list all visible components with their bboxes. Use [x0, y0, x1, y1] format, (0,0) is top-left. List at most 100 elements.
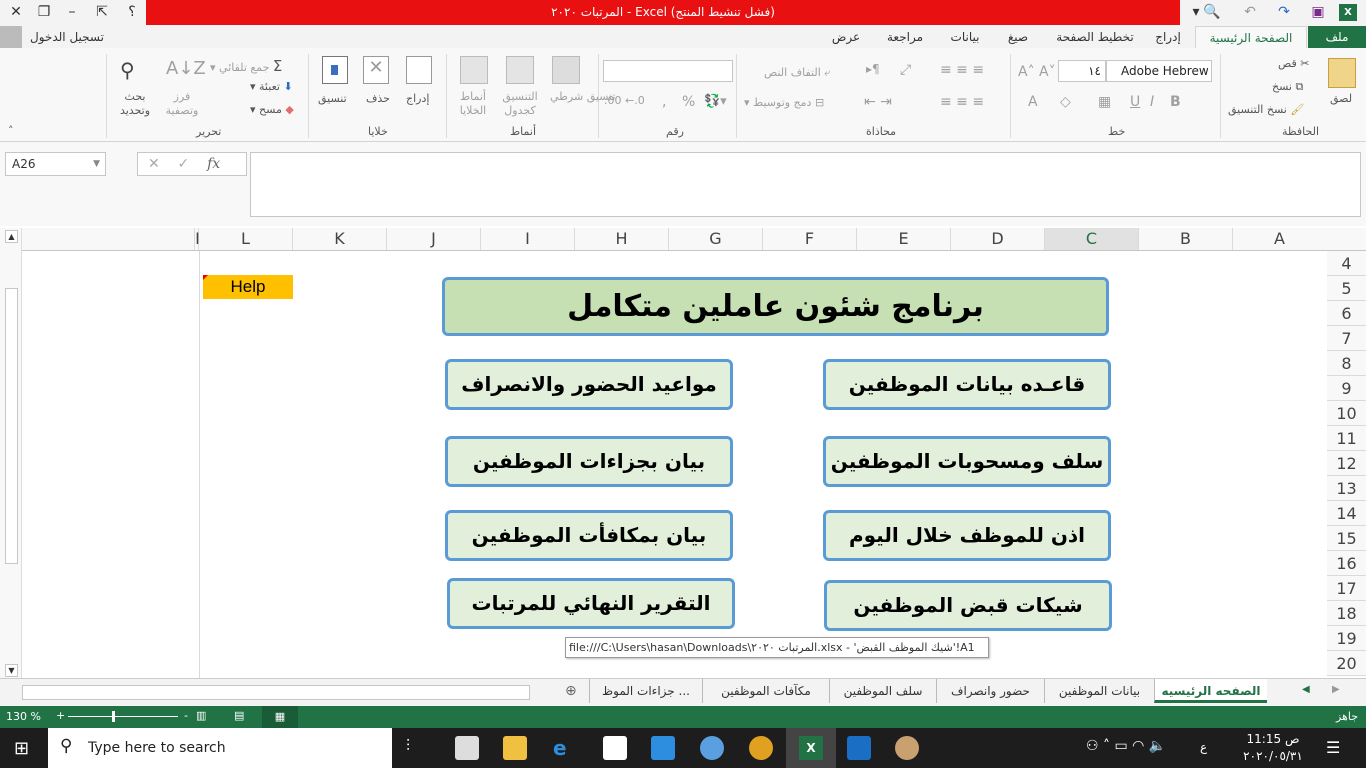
chrome-icon[interactable]: [749, 736, 773, 760]
zoom-out-icon[interactable]: +: [56, 709, 65, 722]
horizontal-scrollbar[interactable]: [22, 685, 530, 700]
redo-icon[interactable]: ↷: [1270, 0, 1298, 25]
sheet-tab-penalties[interactable]: جزاءات الموظ ...: [589, 679, 702, 703]
sheet-tab-home[interactable]: الصفحه الرئيسيه: [1154, 679, 1267, 703]
insert-cells-button[interactable]: إدراج: [406, 92, 429, 105]
format-painter-button[interactable]: نسخ التنسيق 🖌: [1228, 103, 1304, 116]
attendance-times-button[interactable]: مواعيد الحضور والانصراف: [445, 359, 733, 410]
windows-start-icon[interactable]: ⊞: [14, 738, 29, 759]
browser-icon[interactable]: [700, 736, 724, 760]
avatar[interactable]: [0, 26, 22, 48]
edge-icon[interactable]: e: [553, 736, 577, 760]
help-button[interactable]: ؟: [118, 0, 146, 25]
underline-button[interactable]: U: [1130, 94, 1140, 110]
final-report-button[interactable]: التقرير النهائي للمرتبات: [447, 578, 735, 629]
language-indicator[interactable]: ع: [1200, 740, 1207, 754]
column-header[interactable]: E: [856, 228, 950, 250]
zoom-slider[interactable]: [68, 716, 178, 717]
row-header[interactable]: 19: [1327, 626, 1366, 651]
column-header[interactable]: D: [950, 228, 1044, 250]
conditional-format-button[interactable]: تنسيق شرطي: [550, 90, 615, 104]
clear-button[interactable]: ▾ مسح ◆: [250, 103, 294, 116]
paste-icon[interactable]: [1328, 58, 1356, 88]
comma-style-button[interactable]: ,: [662, 94, 666, 110]
tab-scroll-left-icon[interactable]: ◀: [1302, 684, 1310, 695]
borders-icon[interactable]: ▦: [1098, 94, 1111, 110]
pay-cheques-button[interactable]: شيكات قبض الموظفين: [824, 580, 1112, 631]
font-color-icon[interactable]: A: [1028, 94, 1038, 110]
taskbar-search-input[interactable]: Type here to search: [48, 728, 392, 768]
tab-view[interactable]: عرض: [826, 26, 866, 48]
indent-icons[interactable]: ⇤ ⇥: [864, 94, 892, 110]
tab-formulas[interactable]: صيغ: [998, 26, 1038, 48]
save-icon[interactable]: ▣: [1304, 0, 1332, 25]
wrap-text-button[interactable]: التفاف النص ⤶: [764, 66, 830, 80]
notifications-icon[interactable]: ☰: [1326, 738, 1340, 757]
advances-button[interactable]: سلف ومسحوبات الموظفين: [823, 436, 1111, 487]
row-header[interactable]: 9: [1327, 376, 1366, 401]
tab-scroll-right-icon[interactable]: ▶: [1332, 684, 1340, 695]
fill-color-icon[interactable]: ◇: [1060, 94, 1071, 110]
column-header[interactable]: I: [194, 228, 200, 250]
merge-center-button[interactable]: ▾ دمج وتوسيط ⊟: [744, 96, 824, 109]
column-header[interactable]: I: [480, 228, 574, 250]
tray-icons[interactable]: ⚇ ˄ ▭ ◠ 🔈: [1086, 738, 1166, 754]
store-icon[interactable]: [603, 736, 627, 760]
tab-review[interactable]: مراجعة: [878, 26, 932, 48]
paste-button[interactable]: لصق: [1330, 92, 1352, 105]
zoom-level[interactable]: 130 %: [6, 710, 41, 723]
row-header[interactable]: 7: [1327, 326, 1366, 351]
paint-icon[interactable]: [895, 736, 919, 760]
bonuses-button[interactable]: بيان بمكافأت الموظفين: [445, 510, 733, 561]
clock[interactable]: 11:15 ص ٢٠٢٠/٠٥/٣١: [1240, 731, 1306, 765]
sign-in-link[interactable]: تسجيل الدخول: [30, 26, 104, 48]
sheet-tab-employees[interactable]: بيانات الموظفين: [1044, 679, 1154, 703]
calculator-icon[interactable]: [455, 736, 479, 760]
percent-button[interactable]: %: [682, 94, 695, 110]
row-header[interactable]: 16: [1327, 551, 1366, 576]
formula-input[interactable]: [250, 152, 1361, 217]
task-view-icon[interactable]: ⫶: [406, 736, 430, 760]
currency-icon[interactable]: 💱▾: [704, 94, 727, 109]
font-size-select[interactable]: ١٤: [1058, 60, 1106, 82]
outlook-icon[interactable]: [847, 736, 871, 760]
insert-function-button[interactable]: fx: [207, 156, 220, 172]
autosum-button[interactable]: ▾ جمع تلقائي Σ: [210, 57, 282, 75]
close-icon[interactable]: ✕: [2, 0, 30, 25]
italic-button[interactable]: I: [1150, 94, 1154, 110]
name-box[interactable]: A26 ▼: [5, 152, 106, 176]
tab-page-layout[interactable]: تخطيط الصفحة: [1050, 26, 1140, 48]
row-header[interactable]: 12: [1327, 451, 1366, 476]
tab-home[interactable]: الصفحة الرئيسية: [1195, 26, 1307, 48]
collapse-ribbon-icon[interactable]: ˄: [8, 124, 14, 137]
undo-icon[interactable]: ↶: [1236, 0, 1264, 25]
column-header[interactable]: J: [386, 228, 480, 250]
tab-file[interactable]: ملف: [1308, 26, 1366, 48]
tab-data[interactable]: بيانات: [940, 26, 990, 48]
column-header[interactable]: C: [1044, 228, 1138, 250]
column-header[interactable]: K: [292, 228, 386, 250]
ribbon-display-icon[interactable]: ⇱: [88, 0, 116, 25]
mail-icon[interactable]: [651, 736, 675, 760]
minimize-icon[interactable]: –: [58, 0, 86, 25]
leave-permit-button[interactable]: اذن للموظف خلال اليوم: [823, 510, 1111, 561]
fill-button[interactable]: ▾ تعبئة ⬇: [250, 80, 293, 93]
cancel-icon[interactable]: ✕: [148, 156, 160, 172]
delete-cells-button[interactable]: حذف: [366, 92, 390, 105]
zoom-in-icon[interactable]: -: [184, 709, 188, 722]
row-header[interactable]: 4: [1327, 251, 1366, 276]
zoom-slider-thumb[interactable]: [112, 711, 115, 722]
row-header[interactable]: 6: [1327, 301, 1366, 326]
penalties-button[interactable]: بيان بجزاءات الموظفين: [445, 436, 733, 487]
format-cells-button[interactable]: تنسيق: [318, 92, 347, 105]
cut-button[interactable]: قص ✂: [1278, 57, 1309, 70]
find-select-button[interactable]: بحث وتحديد: [112, 90, 158, 118]
employee-database-button[interactable]: قاعـده بيانات الموظفين: [823, 359, 1111, 410]
row-header[interactable]: 13: [1327, 476, 1366, 501]
vertical-scrollbar[interactable]: ▲ ▼: [0, 228, 22, 678]
row-header[interactable]: 5: [1327, 276, 1366, 301]
normal-view-icon[interactable]: ▦: [262, 706, 298, 728]
add-sheet-icon[interactable]: ⊕: [565, 683, 577, 699]
align-vertical-icons[interactable]: ≡ ≡ ≡: [940, 62, 984, 78]
scroll-down-icon[interactable]: ▼: [5, 664, 18, 677]
